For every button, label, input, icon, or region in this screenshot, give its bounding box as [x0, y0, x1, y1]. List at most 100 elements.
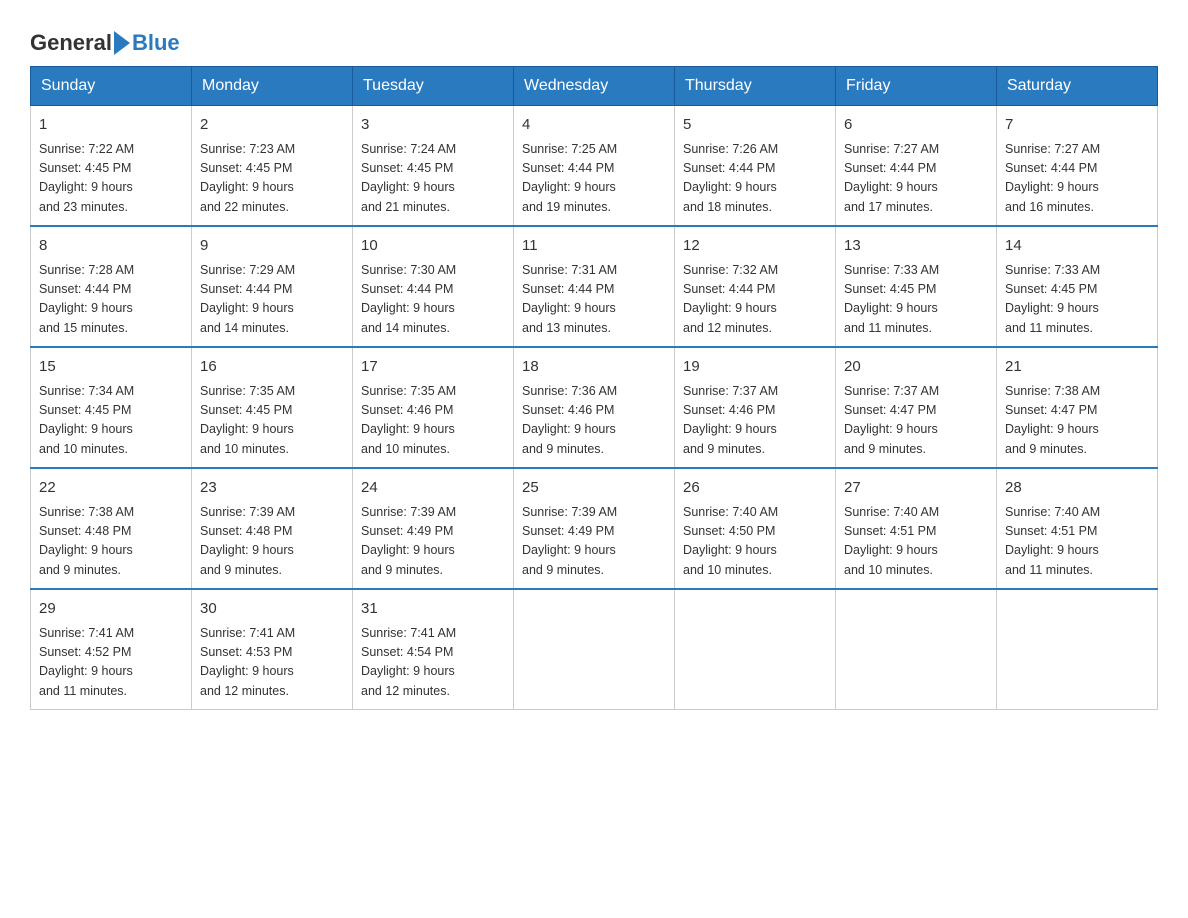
day-info: Sunrise: 7:34 AMSunset: 4:45 PMDaylight:… — [39, 382, 183, 460]
calendar-day-cell: 24 Sunrise: 7:39 AMSunset: 4:49 PMDayligh… — [353, 468, 514, 589]
calendar-day-cell: 7Sunrise: 7:27 AMSunset: 4:44 PMDaylight… — [997, 106, 1158, 227]
day-info: Sunrise: 7:27 AMSunset: 4:44 PMDaylight:… — [1005, 140, 1149, 218]
calendar-day-cell: 21Sunrise: 7:38 AMSunset: 4:47 PMDayligh… — [997, 347, 1158, 468]
calendar-day-cell — [675, 589, 836, 710]
day-info: Sunrise: 7:40 AMSunset: 4:50 PMDaylight:… — [683, 503, 827, 581]
day-info: Sunrise: 7:25 AMSunset: 4:44 PMDaylight:… — [522, 140, 666, 218]
weekday-header-saturday: Saturday — [997, 67, 1158, 106]
calendar-day-cell: 22 Sunrise: 7:38 AMSunset: 4:48 PMDayligh… — [31, 468, 192, 589]
weekday-header-wednesday: Wednesday — [514, 67, 675, 106]
calendar-day-cell: 9 Sunrise: 7:29 AMSunset: 4:44 PMDaylight… — [192, 226, 353, 347]
day-info: Sunrise: 7:40 AMSunset: 4:51 PMDaylight:… — [1005, 503, 1149, 581]
day-number: 27 — [844, 477, 988, 500]
calendar-day-cell: 26 Sunrise: 7:40 AMSunset: 4:50 PMDayligh… — [675, 468, 836, 589]
logo: General Blue — [30, 20, 180, 56]
weekday-header-sunday: Sunday — [31, 67, 192, 106]
calendar-day-cell: 4 Sunrise: 7:25 AMSunset: 4:44 PMDaylight… — [514, 106, 675, 227]
calendar-day-cell: 30 Sunrise: 7:41 AMSunset: 4:53 PMDayligh… — [192, 589, 353, 710]
day-info: Sunrise: 7:32 AMSunset: 4:44 PMDaylight:… — [683, 261, 827, 339]
calendar-week-row: 1Sunrise: 7:22 AMSunset: 4:45 PMDaylight… — [31, 106, 1158, 227]
logo-general-text: General — [30, 30, 112, 56]
day-info: Sunrise: 7:33 AMSunset: 4:45 PMDaylight:… — [844, 261, 988, 339]
day-number: 14 — [1005, 235, 1149, 258]
day-number: 9 — [200, 235, 344, 258]
calendar-day-cell: 16 Sunrise: 7:35 AMSunset: 4:45 PMDayligh… — [192, 347, 353, 468]
day-number: 3 — [361, 114, 505, 137]
day-info: Sunrise: 7:33 AMSunset: 4:45 PMDaylight:… — [1005, 261, 1149, 339]
calendar-day-cell: 3 Sunrise: 7:24 AMSunset: 4:45 PMDaylight… — [353, 106, 514, 227]
calendar-day-cell: 1Sunrise: 7:22 AMSunset: 4:45 PMDaylight… — [31, 106, 192, 227]
day-info: Sunrise: 7:24 AMSunset: 4:45 PMDaylight:… — [361, 140, 505, 218]
day-number: 4 — [522, 114, 666, 137]
page-header: General Blue — [30, 20, 1158, 56]
calendar-day-cell: 10 Sunrise: 7:30 AMSunset: 4:44 PMDayligh… — [353, 226, 514, 347]
day-info: Sunrise: 7:41 AMSunset: 4:54 PMDaylight:… — [361, 624, 505, 702]
calendar-day-cell: 23Sunrise: 7:39 AMSunset: 4:48 PMDayligh… — [192, 468, 353, 589]
calendar-table: SundayMondayTuesdayWednesdayThursdayFrid… — [30, 66, 1158, 710]
day-number: 10 — [361, 235, 505, 258]
day-info: Sunrise: 7:29 AMSunset: 4:44 PMDaylight:… — [200, 261, 344, 339]
weekday-header-tuesday: Tuesday — [353, 67, 514, 106]
day-info: Sunrise: 7:41 AMSunset: 4:52 PMDaylight:… — [39, 624, 183, 702]
day-number: 31 — [361, 598, 505, 621]
calendar-day-cell — [997, 589, 1158, 710]
day-info: Sunrise: 7:41 AMSunset: 4:53 PMDaylight:… — [200, 624, 344, 702]
weekday-header-monday: Monday — [192, 67, 353, 106]
weekday-header-row: SundayMondayTuesdayWednesdayThursdayFrid… — [31, 67, 1158, 106]
day-number: 17 — [361, 356, 505, 379]
logo-blue-text: Blue — [132, 30, 180, 56]
calendar-day-cell: 2 Sunrise: 7:23 AMSunset: 4:45 PMDaylight… — [192, 106, 353, 227]
day-number: 1 — [39, 114, 183, 137]
day-number: 18 — [522, 356, 666, 379]
calendar-day-cell: 27 Sunrise: 7:40 AMSunset: 4:51 PMDayligh… — [836, 468, 997, 589]
day-info: Sunrise: 7:39 AMSunset: 4:49 PMDaylight:… — [361, 503, 505, 581]
day-number: 5 — [683, 114, 827, 137]
day-number: 2 — [200, 114, 344, 137]
calendar-day-cell: 18 Sunrise: 7:36 AMSunset: 4:46 PMDayligh… — [514, 347, 675, 468]
day-number: 15 — [39, 356, 183, 379]
day-number: 16 — [200, 356, 344, 379]
logo-arrow-icon — [114, 31, 130, 55]
day-number: 30 — [200, 598, 344, 621]
day-info: Sunrise: 7:31 AMSunset: 4:44 PMDaylight:… — [522, 261, 666, 339]
calendar-day-cell: 11 Sunrise: 7:31 AMSunset: 4:44 PMDayligh… — [514, 226, 675, 347]
day-info: Sunrise: 7:30 AMSunset: 4:44 PMDaylight:… — [361, 261, 505, 339]
day-number: 11 — [522, 235, 666, 258]
day-number: 13 — [844, 235, 988, 258]
calendar-day-cell: 17Sunrise: 7:35 AMSunset: 4:46 PMDayligh… — [353, 347, 514, 468]
day-info: Sunrise: 7:26 AMSunset: 4:44 PMDaylight:… — [683, 140, 827, 218]
day-info: Sunrise: 7:40 AMSunset: 4:51 PMDaylight:… — [844, 503, 988, 581]
day-info: Sunrise: 7:23 AMSunset: 4:45 PMDaylight:… — [200, 140, 344, 218]
day-number: 6 — [844, 114, 988, 137]
day-number: 23 — [200, 477, 344, 500]
calendar-day-cell — [836, 589, 997, 710]
day-info: Sunrise: 7:39 AMSunset: 4:49 PMDaylight:… — [522, 503, 666, 581]
day-info: Sunrise: 7:37 AMSunset: 4:47 PMDaylight:… — [844, 382, 988, 460]
day-info: Sunrise: 7:35 AMSunset: 4:45 PMDaylight:… — [200, 382, 344, 460]
calendar-day-cell: 28Sunrise: 7:40 AMSunset: 4:51 PMDayligh… — [997, 468, 1158, 589]
day-number: 26 — [683, 477, 827, 500]
calendar-day-cell: 8Sunrise: 7:28 AMSunset: 4:44 PMDaylight… — [31, 226, 192, 347]
day-number: 24 — [361, 477, 505, 500]
calendar-day-cell — [514, 589, 675, 710]
calendar-day-cell: 25 Sunrise: 7:39 AMSunset: 4:49 PMDayligh… — [514, 468, 675, 589]
calendar-day-cell: 13 Sunrise: 7:33 AMSunset: 4:45 PMDayligh… — [836, 226, 997, 347]
day-number: 20 — [844, 356, 988, 379]
day-number: 25 — [522, 477, 666, 500]
calendar-week-row: 22 Sunrise: 7:38 AMSunset: 4:48 PMDayligh… — [31, 468, 1158, 589]
day-number: 12 — [683, 235, 827, 258]
day-info: Sunrise: 7:38 AMSunset: 4:48 PMDaylight:… — [39, 503, 183, 581]
day-info: Sunrise: 7:36 AMSunset: 4:46 PMDaylight:… — [522, 382, 666, 460]
day-number: 29 — [39, 598, 183, 621]
calendar-week-row: 29 Sunrise: 7:41 AMSunset: 4:52 PMDayligh… — [31, 589, 1158, 710]
weekday-header-thursday: Thursday — [675, 67, 836, 106]
weekday-header-friday: Friday — [836, 67, 997, 106]
calendar-day-cell: 6 Sunrise: 7:27 AMSunset: 4:44 PMDaylight… — [836, 106, 997, 227]
calendar-day-cell: 19Sunrise: 7:37 AMSunset: 4:46 PMDayligh… — [675, 347, 836, 468]
calendar-week-row: 15 Sunrise: 7:34 AMSunset: 4:45 PMDayligh… — [31, 347, 1158, 468]
day-info: Sunrise: 7:37 AMSunset: 4:46 PMDaylight:… — [683, 382, 827, 460]
calendar-day-cell: 12 Sunrise: 7:32 AMSunset: 4:44 PMDayligh… — [675, 226, 836, 347]
day-number: 8 — [39, 235, 183, 258]
day-info: Sunrise: 7:27 AMSunset: 4:44 PMDaylight:… — [844, 140, 988, 218]
day-number: 22 — [39, 477, 183, 500]
